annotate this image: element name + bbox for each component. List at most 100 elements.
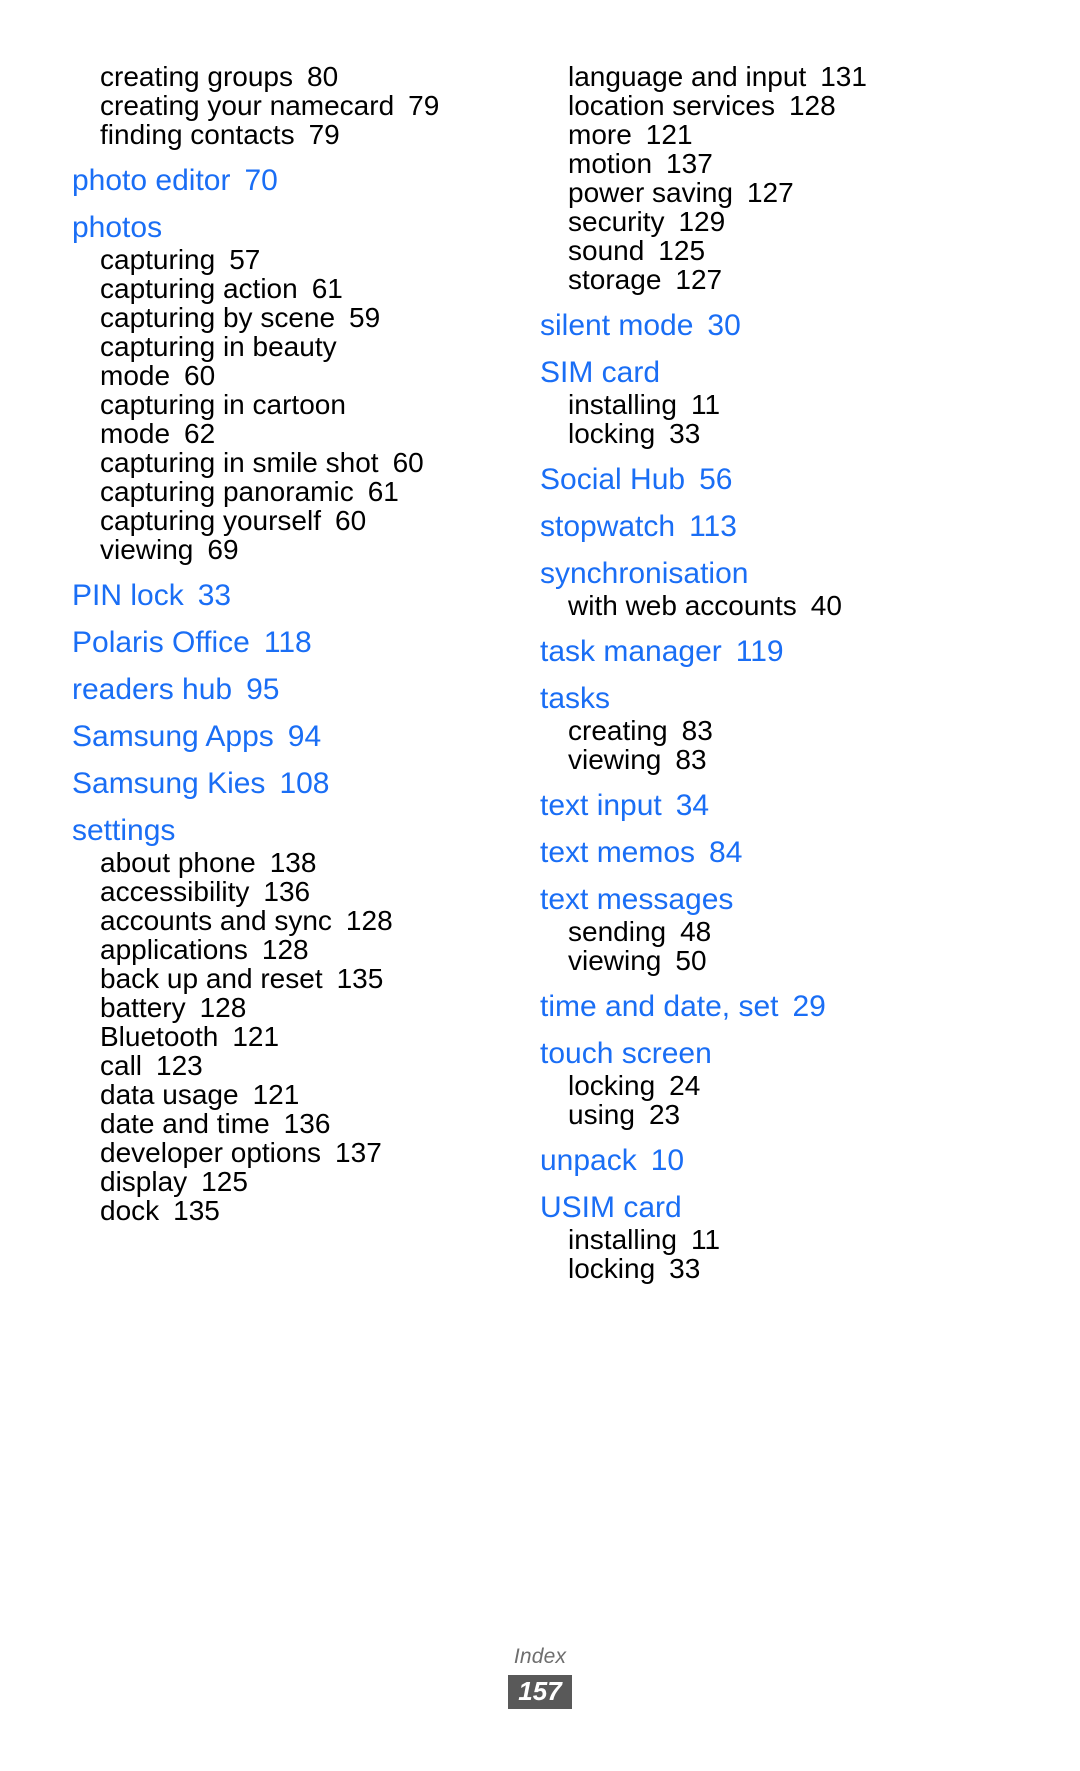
index-subentry: capturing yourself 60 bbox=[72, 507, 502, 535]
index-entry-page-number: 61 bbox=[311, 273, 343, 304]
index-subentry: capturing by scene 59 bbox=[72, 304, 502, 332]
page-footer: Index 157 bbox=[0, 1645, 1080, 1709]
index-entry-label: sending bbox=[568, 916, 667, 947]
index-subentry: applications 128 bbox=[72, 936, 502, 964]
index-heading: USIM card bbox=[540, 1193, 970, 1223]
index-entry-page-number: 48 bbox=[680, 916, 712, 947]
index-entry-label: storage bbox=[568, 264, 662, 295]
index-entry-label: time and date, set bbox=[540, 990, 779, 1023]
index-subentry: installing 11 bbox=[540, 1226, 970, 1254]
index-heading: settings bbox=[72, 816, 502, 846]
index-heading: photos bbox=[72, 213, 502, 243]
index-entry-label: applications bbox=[100, 934, 248, 965]
index-entry-label: capturing bbox=[100, 244, 216, 275]
index-subentry: capturing panoramic 61 bbox=[72, 478, 502, 506]
index-entry-page-number: 128 bbox=[261, 934, 309, 965]
index-entry-label: accounts and sync bbox=[100, 905, 332, 936]
index-entry-page-number: 33 bbox=[197, 579, 232, 612]
index-entry-page-number: 123 bbox=[156, 1050, 203, 1081]
index-entry-page-number: 131 bbox=[820, 61, 867, 92]
index-entry-label: creating groups bbox=[100, 61, 294, 92]
index-entry-page-number: 83 bbox=[681, 715, 713, 746]
index-subentry: security 129 bbox=[540, 208, 970, 236]
index-entry-label: about phone bbox=[100, 847, 256, 878]
index-entry-page-number: 60 bbox=[335, 505, 367, 536]
index-entry-page-number: 40 bbox=[810, 590, 842, 621]
index-subentry: location services 128 bbox=[540, 92, 970, 120]
index-entry-page-number: 94 bbox=[287, 720, 322, 753]
index-entry-label: unpack bbox=[540, 1144, 637, 1177]
index-entry-page-number: 125 bbox=[201, 1166, 248, 1197]
index-entry-page-number: 135 bbox=[336, 963, 384, 994]
index-entry-label: readers hub bbox=[72, 673, 233, 706]
index-subentry: language and input 131 bbox=[540, 63, 970, 91]
index-entry-label: Social Hub bbox=[540, 463, 686, 496]
index-subentry: about phone 138 bbox=[72, 849, 502, 877]
index-entry-label: locking bbox=[568, 418, 656, 449]
index-entry-label: synchronisation bbox=[540, 557, 749, 590]
index-entry-label: sound bbox=[568, 235, 645, 266]
index-entry-label: battery bbox=[100, 992, 186, 1023]
index-entry-page-number: 24 bbox=[669, 1070, 701, 1101]
index-entry-page-number: 84 bbox=[709, 836, 743, 869]
index-entry-label: Samsung Apps bbox=[72, 720, 274, 753]
index-entry-label: location services bbox=[568, 90, 775, 121]
index-heading: SIM card bbox=[540, 358, 970, 388]
index-entry-label: finding contacts bbox=[100, 119, 295, 150]
index-page: creating groups 80 creating your namecard 7… bbox=[0, 0, 1080, 1771]
index-entry-page-number: 137 bbox=[335, 1137, 382, 1168]
index-entry-label: tasks bbox=[540, 682, 611, 715]
index-entry-label: photo editor bbox=[72, 164, 231, 197]
index-heading: text input 34 bbox=[540, 791, 970, 821]
index-entry-page-number: 135 bbox=[173, 1195, 220, 1226]
index-subentry: installing 11 bbox=[540, 391, 970, 419]
index-entry-page-number: 60 bbox=[184, 360, 216, 391]
index-entry-label: capturing in cartoon bbox=[100, 389, 346, 420]
index-entry-label: viewing bbox=[568, 945, 662, 976]
index-entry-page-number: 30 bbox=[707, 309, 741, 342]
index-entry-label: locking bbox=[568, 1070, 656, 1101]
index-entry-label: PIN lock bbox=[72, 579, 184, 612]
index-entry-label: security bbox=[568, 206, 665, 237]
index-subentry: capturing action 61 bbox=[72, 275, 502, 303]
index-subentry: finding contacts 79 bbox=[72, 121, 502, 149]
index-entry-page-number: 79 bbox=[408, 90, 440, 121]
index-entry-label: dock bbox=[100, 1195, 160, 1226]
index-entry-label: developer options bbox=[100, 1137, 322, 1168]
index-entry-page-number: 57 bbox=[229, 244, 261, 275]
index-subentry: creating groups 80 bbox=[72, 63, 502, 91]
footer-page-number: 157 bbox=[508, 1675, 572, 1709]
index-entry-label: motion bbox=[568, 148, 653, 179]
index-subentry: more 121 bbox=[540, 121, 970, 149]
index-entry-label: viewing bbox=[568, 744, 662, 775]
index-subentry: date and time 136 bbox=[72, 1110, 502, 1138]
index-entry-page-number: 137 bbox=[666, 148, 713, 179]
index-entry-label: photos bbox=[72, 211, 163, 244]
index-subentry: sending 48 bbox=[540, 918, 970, 946]
index-entry-page-number: 127 bbox=[746, 177, 794, 208]
index-subentry: creating 83 bbox=[540, 717, 970, 745]
index-entry-label: capturing in beauty bbox=[100, 331, 337, 362]
index-entry-page-number: 60 bbox=[392, 447, 424, 478]
index-subentry: dock 135 bbox=[72, 1197, 502, 1225]
index-entry-label: Samsung Kies bbox=[72, 767, 266, 800]
index-entry-page-number: 69 bbox=[207, 534, 239, 565]
index-subentry: data usage 121 bbox=[72, 1081, 502, 1109]
index-heading: Social Hub 56 bbox=[540, 465, 970, 495]
index-entry-label: display bbox=[100, 1166, 188, 1197]
index-entry-label: more bbox=[568, 119, 632, 150]
index-entry-label: language and input bbox=[568, 61, 807, 92]
index-entry-page-number: 61 bbox=[367, 476, 399, 507]
index-heading: tasks bbox=[540, 684, 970, 714]
index-entry-page-number: 11 bbox=[690, 1224, 721, 1255]
index-heading: readers hub 95 bbox=[72, 675, 502, 705]
index-entry-page-number: 119 bbox=[735, 635, 784, 668]
index-entry-page-number: 11 bbox=[690, 389, 721, 420]
index-subentry: capturing in cartoon bbox=[72, 391, 502, 419]
index-entry-label: installing bbox=[568, 1224, 677, 1255]
index-entry-label: Bluetooth bbox=[100, 1021, 219, 1052]
index-heading: photo editor 70 bbox=[72, 166, 502, 196]
index-entry-label: silent mode bbox=[540, 309, 694, 342]
index-columns: creating groups 80 creating your namecard 7… bbox=[72, 62, 1008, 1284]
index-entry-page-number: 50 bbox=[675, 945, 707, 976]
